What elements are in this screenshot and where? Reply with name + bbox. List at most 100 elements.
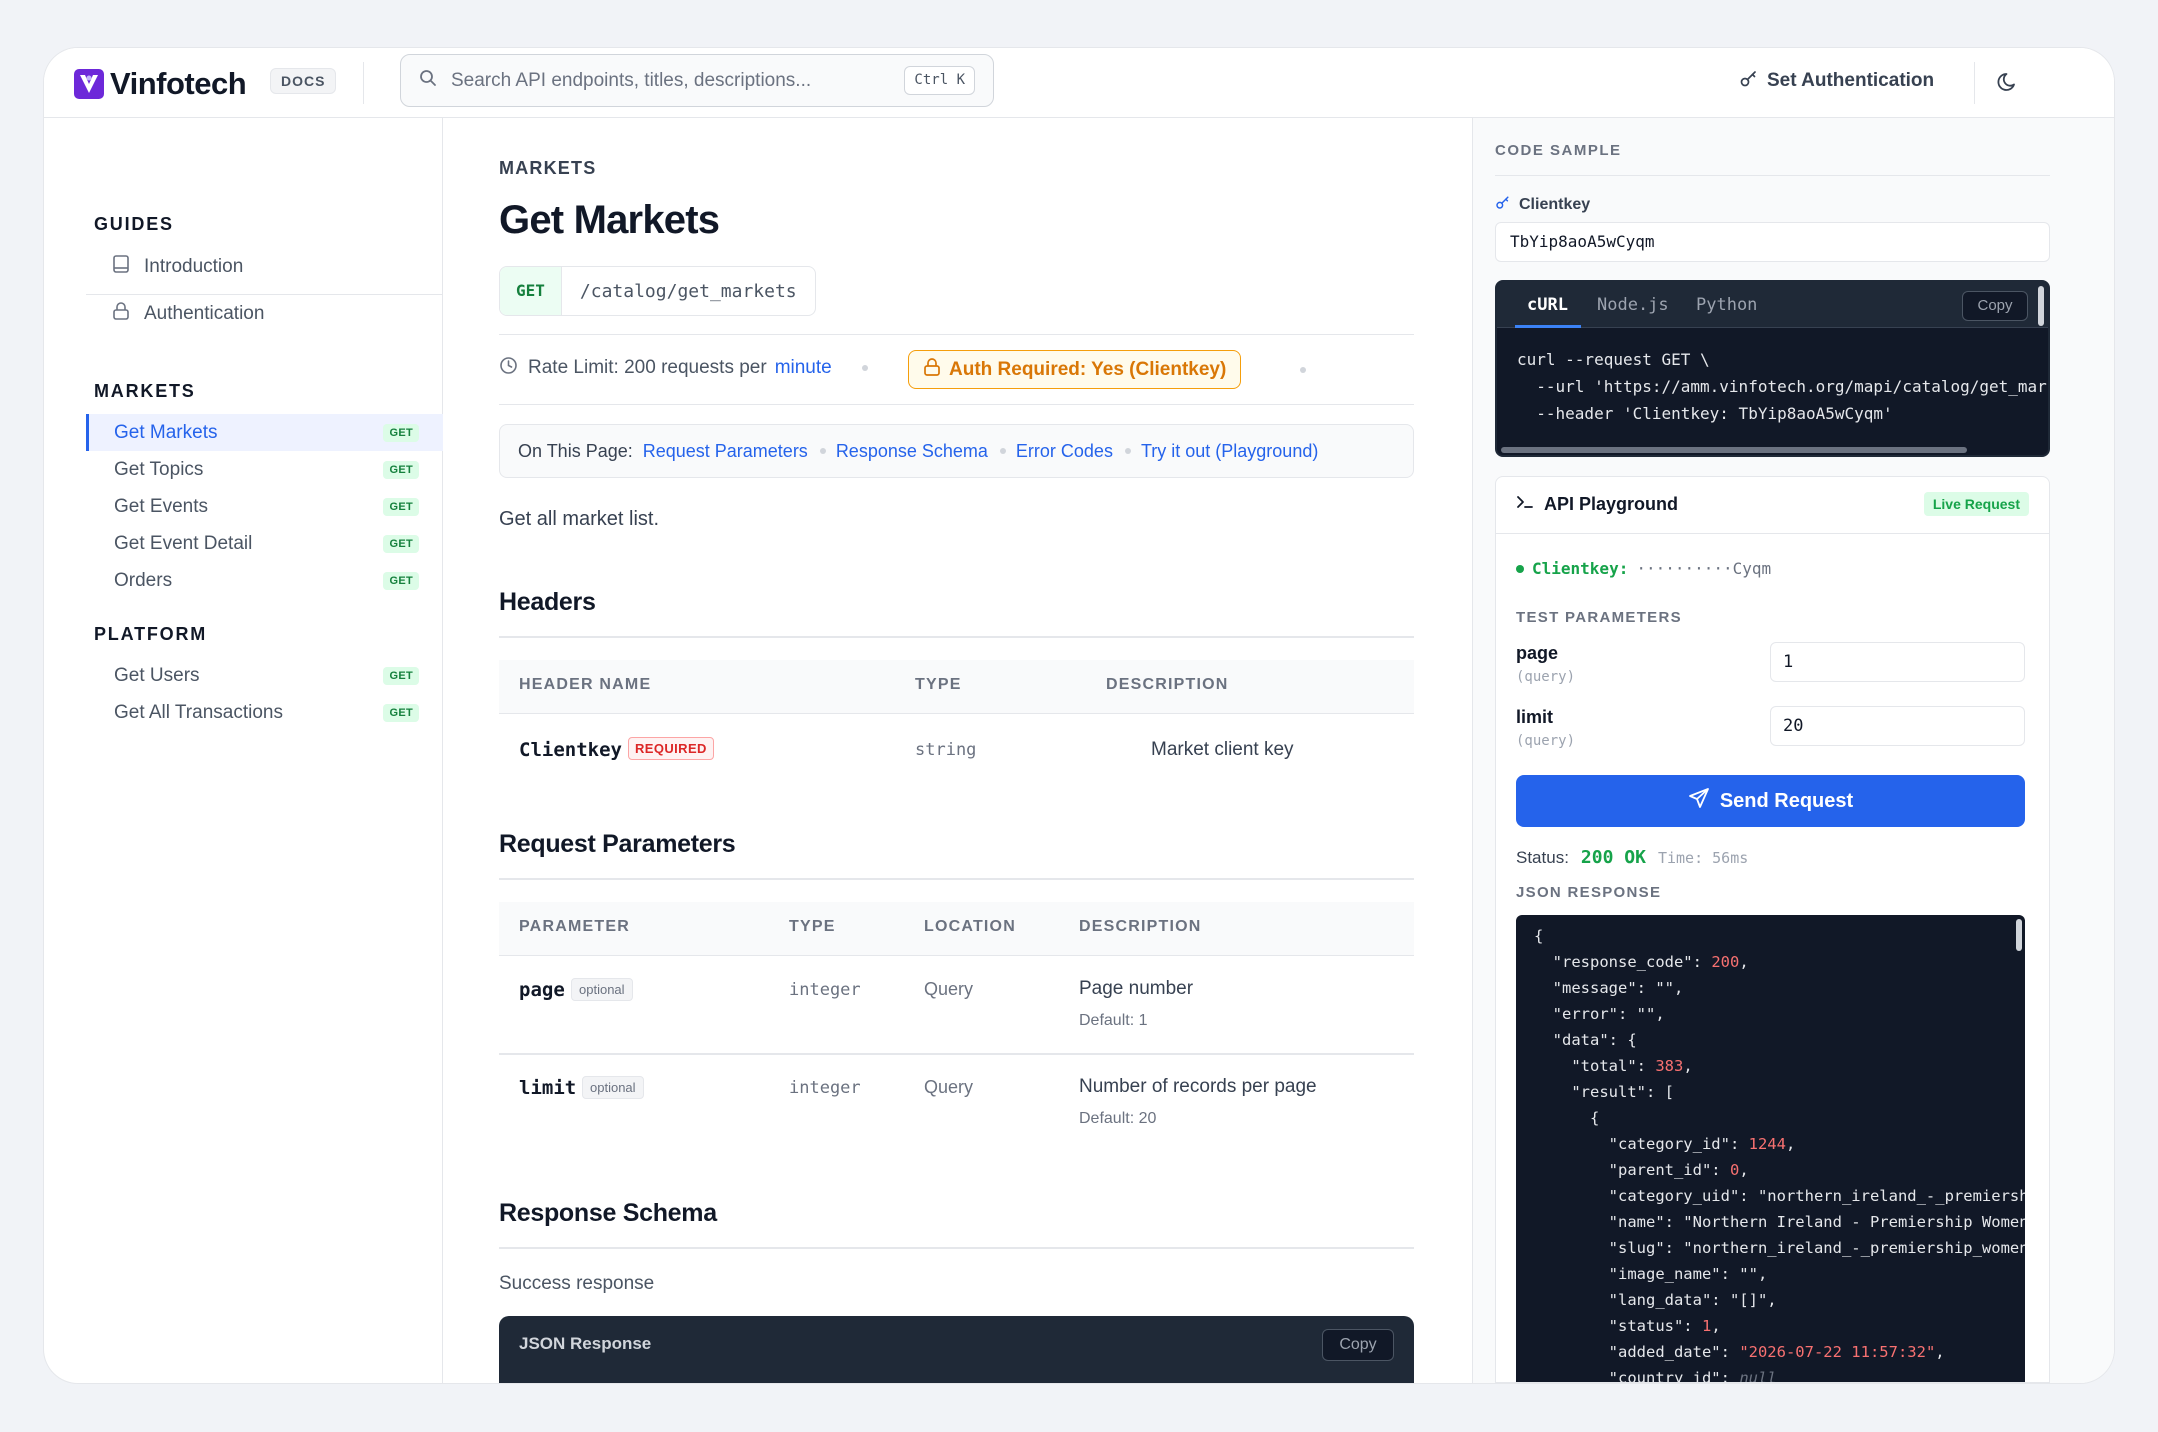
json-line: "category_id": 1244, — [1534, 1135, 1796, 1153]
test-param-name: limit — [1516, 707, 1554, 727]
sidebar-item-authentication[interactable]: Authentication — [112, 301, 264, 327]
param-name: limit — [519, 1077, 577, 1099]
lock-icon — [923, 357, 941, 383]
clientkey-input[interactable]: TbYip8aoA5wCyqm — [1495, 222, 2050, 262]
sidebar-item-get-events[interactable]: Get Events GET — [86, 488, 443, 525]
json-line: "name": "Northern Ireland - Premiership … — [1534, 1213, 2025, 1231]
sidebar-item-label: Authentication — [144, 303, 265, 324]
auth-required-text: Auth Required: Yes (Clientkey) — [949, 358, 1227, 380]
param-location: Query — [924, 979, 974, 999]
json-line: "message": "", — [1534, 979, 1684, 997]
table-row: Clientkey REQUIRED string Market client … — [499, 715, 1414, 781]
separator-dot — [1300, 367, 1306, 373]
tab-curl[interactable]: cURL — [1527, 295, 1568, 315]
main-content: MARKETS Get Markets GET /catalog/get_mar… — [499, 118, 1459, 1383]
vinfotech-logo-icon — [74, 69, 104, 99]
column-header: PARAMETER — [519, 918, 630, 935]
copy-button[interactable]: Copy — [1322, 1329, 1394, 1361]
method-badge: GET — [500, 267, 562, 315]
json-line: "response_code": 200, — [1534, 953, 1749, 971]
method-badge: GET — [383, 703, 419, 722]
playground-title: API Playground — [1516, 494, 1678, 515]
sidebar-item-label: Get Markets — [114, 421, 218, 443]
endpoint-box: GET /catalog/get_markets — [499, 266, 816, 316]
status-label: Status: — [1516, 848, 1569, 867]
param-location: Query — [924, 1077, 974, 1097]
link-request-parameters[interactable]: Request Parameters — [643, 441, 808, 462]
json-line: "result": [ — [1534, 1083, 1674, 1101]
endpoint-description: Get all market list. — [499, 508, 660, 530]
auth-required-badge: Auth Required: Yes (Clientkey) — [908, 350, 1242, 389]
column-header: DESCRIPTION — [1106, 676, 1229, 693]
link-error-codes[interactable]: Error Codes — [1016, 441, 1113, 462]
json-line: "data": { — [1534, 1031, 1637, 1049]
scrollbar[interactable] — [2016, 919, 2022, 951]
test-param-location: (query) — [1516, 669, 1576, 685]
sidebar-item-orders[interactable]: Orders GET — [86, 562, 443, 599]
send-request-button[interactable]: Send Request — [1516, 775, 2025, 827]
on-this-page-label: On This Page: — [518, 440, 633, 461]
page-title: Get Markets — [499, 198, 720, 242]
column-header: LOCATION — [924, 918, 1016, 935]
sidebar-item-get-event-detail[interactable]: Get Event Detail GET — [86, 525, 443, 562]
right-panel: CODE SAMPLE Clientkey TbYip8aoA5wCyqm cU… — [1472, 118, 2114, 1383]
json-line: "slug": "northern_ireland_-_premiership_… — [1534, 1239, 2025, 1257]
link-response-schema[interactable]: Response Schema — [836, 441, 988, 462]
clientkey-label: Clientkey — [1495, 194, 1590, 215]
sidebar-item-introduction[interactable]: Introduction — [112, 254, 243, 280]
copy-button[interactable]: Copy — [1962, 291, 2028, 321]
link-playground[interactable]: Try it out (Playground) — [1141, 441, 1318, 462]
sidebar-item-label: Get All Transactions — [114, 701, 283, 723]
scrollbar[interactable] — [1501, 447, 1967, 453]
code-line: curl --request GET \ — [1517, 350, 1710, 369]
search-input[interactable]: Search API endpoints, titles, descriptio… — [451, 70, 904, 92]
json-line: { — [1534, 927, 1544, 945]
method-badge: GET — [383, 423, 419, 442]
tab-nodejs[interactable]: Node.js — [1597, 295, 1669, 315]
brand-logo[interactable]: Vinfotech — [74, 66, 247, 102]
limit-input[interactable]: 20 — [1770, 706, 2025, 746]
page-input[interactable]: 1 — [1770, 642, 2025, 682]
json-line: "country_id": null — [1534, 1369, 1777, 1383]
clientkey-prefix: Clientkey: — [1532, 559, 1629, 578]
optional-badge: optional — [582, 1076, 644, 1099]
clientkey-masked: ··········Cyqm — [1636, 559, 1772, 578]
sidebar-item-get-topics[interactable]: Get Topics GET — [86, 451, 443, 488]
sidebar-item-label: Get Topics — [114, 458, 204, 480]
tab-python[interactable]: Python — [1696, 295, 1757, 315]
lock-icon — [112, 301, 130, 327]
table-row: page optional integer Query Page number … — [499, 957, 1414, 1055]
sidebar-item-get-all-transactions[interactable]: Get All Transactions GET — [86, 694, 443, 731]
scrollbar[interactable] — [2038, 286, 2044, 326]
separator-dot — [1124, 448, 1131, 454]
response-schema-title: Response Schema — [499, 1199, 717, 1227]
json-line: "total": 383, — [1534, 1057, 1693, 1075]
search-bar[interactable]: Search API endpoints, titles, descriptio… — [400, 54, 994, 107]
json-line: { — [1534, 1109, 1600, 1127]
code-sample-heading: CODE SAMPLE — [1495, 142, 1622, 159]
brand-name: Vinfotech — [110, 66, 247, 101]
json-line: "image_name": "", — [1534, 1265, 1768, 1283]
divider — [499, 878, 1414, 880]
set-authentication-button[interactable]: Set Authentication — [1739, 64, 1934, 98]
set-authentication-label: Set Authentication — [1767, 70, 1935, 91]
success-response-label: Success response — [499, 1273, 655, 1294]
top-bar: Vinfotech DOCS Search API endpoints, tit… — [44, 48, 2114, 118]
clock-icon — [499, 356, 518, 381]
moon-icon[interactable] — [1996, 68, 2022, 99]
param-default: Default: 1 — [1079, 1012, 1148, 1029]
sidebar-heading-guides: GUIDES — [94, 214, 174, 234]
test-param-name: page — [1516, 643, 1559, 663]
status-dot — [1516, 564, 1524, 573]
column-header: TYPE — [915, 676, 962, 693]
column-header: TYPE — [789, 918, 836, 935]
param-description: Number of records per page — [1079, 1076, 1317, 1097]
divider — [363, 62, 364, 104]
key-icon — [1495, 194, 1511, 215]
sidebar-item-get-users[interactable]: Get Users GET — [86, 657, 443, 694]
divider — [499, 404, 1414, 405]
header-description: Market client key — [1151, 739, 1294, 760]
divider — [499, 334, 1414, 335]
sidebar-item-get-markets[interactable]: Get Markets GET — [86, 414, 443, 451]
json-line: "error": "", — [1534, 1005, 1665, 1023]
